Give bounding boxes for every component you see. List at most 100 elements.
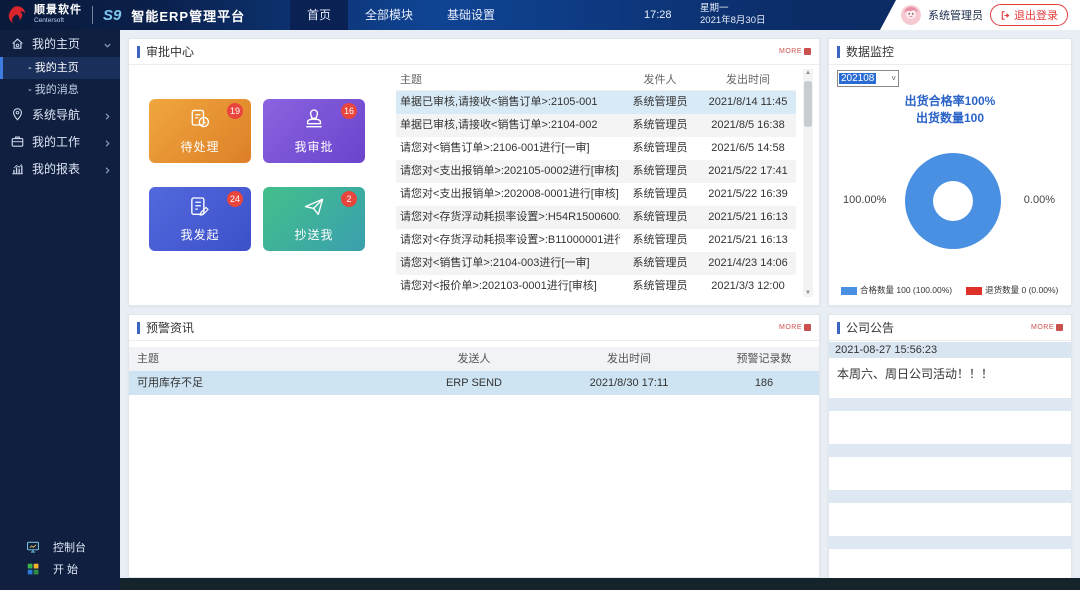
ship-qty-line: 出货数量100 [829, 110, 1071, 127]
legend-pass: 合格数量 100 (100.00%) [841, 284, 952, 296]
table-row[interactable]: 请您对<存货浮动耗损率设置>:B11000001进行[审核]系统管理员2021/… [396, 229, 796, 252]
cell-subject: 请您对<支出报销单>:202008-0001进行[审核] [396, 183, 620, 206]
sidebar-bottom-2[interactable]: 开 始 [0, 558, 120, 580]
app-title: 智能ERP管理平台 [131, 6, 245, 25]
alerts-panel: 预警资讯 MORE 主题 发送人 发出时间 预警记录数 可用库存不足ERP SE… [128, 314, 820, 578]
tab-1[interactable]: 首页 [290, 0, 348, 30]
monitor-panel-header: 数据监控 [829, 39, 1071, 65]
alerts-table-header: 主题 发送人 发出时间 预警记录数 [129, 347, 819, 371]
table-row[interactable]: 单据已审核,请接收<销售订单>:2104-002系统管理员2021/8/5 16… [396, 114, 796, 137]
sidebar-subitem-1-1[interactable]: - 我的主页 [0, 57, 120, 79]
tab-3[interactable]: 基础设置 [430, 0, 512, 30]
approval-table-header: 主题 发件人 发出时间 [396, 69, 796, 91]
table-row[interactable]: 单据已审核,请接收<销售订单>:2105-001系统管理员2021/8/14 1… [396, 91, 796, 114]
tile-label: 抄送我 [294, 226, 333, 243]
table-row[interactable]: 可用库存不足ERP SEND2021/8/30 17:11186 [129, 371, 819, 395]
cell-time: 2021/8/30 17:11 [549, 371, 709, 395]
sidebar-menu: 我的主页- 我的主页- 我的消息系统导航我的工作我的报表 [0, 30, 120, 182]
company-logo-icon [6, 4, 28, 26]
cell-time: 2021/3/3 12:00 [700, 275, 796, 298]
approval-tile-2[interactable]: 我审批16 [263, 99, 365, 163]
header-divider [92, 6, 93, 24]
cell-subject: 请您对<存货浮动耗损率设置>:B11000001进行[审核] [396, 229, 620, 252]
pending-icon [188, 107, 212, 136]
title-accent-bar [137, 322, 140, 334]
logout-button[interactable]: 退出登录 [990, 4, 1068, 26]
cell-sender: 系统管理员 [620, 252, 700, 275]
announcement-empty-bar [829, 444, 1071, 457]
more-icon [804, 324, 811, 331]
tile-label: 待处理 [180, 138, 219, 155]
cell-subject: 单据已审核,请接收<销售订单>:2104-002 [396, 114, 620, 137]
cell-sender: 系统管理员 [620, 275, 700, 298]
cell-sender: 系统管理员 [620, 229, 700, 252]
alerts-panel-title: 预警资讯 [146, 319, 194, 336]
approval-center-panel: 审批中心 MORE 待处理 19 我审批16我发起24 抄送我 2 主题 发件人 发出时… [128, 38, 820, 306]
tile-label: 我审批 [294, 138, 333, 155]
cell-time: 2021/4/23 14:06 [700, 252, 796, 275]
clock-date: 星期一 2021年8月30日 [700, 3, 765, 27]
brand-name-en: Centersoft [34, 18, 82, 25]
alerts-more-button[interactable]: MORE [779, 324, 811, 331]
announcements-panel-title: 公司公告 [846, 319, 894, 336]
table-row[interactable]: 请您对<支出报销单>:202008-0001进行[审核]系统管理员2021/5/… [396, 183, 796, 206]
cell-subject: 单据已审核,请接收<销售订单>:2105-001 [396, 91, 620, 114]
monitor-panel-title: 数据监控 [846, 43, 894, 60]
tile-badge: 19 [227, 103, 243, 119]
announcements-more-button[interactable]: MORE [1031, 324, 1063, 331]
cell-subject: 请您对<支出报销单>:202105-0002进行[审核] [396, 160, 620, 183]
title-accent-bar [837, 322, 840, 334]
table-row[interactable]: 请您对<存货浮动耗损率设置>:H54R15006002进行[审核]系统管理员20… [396, 206, 796, 229]
sidebar-item-2[interactable]: 系统导航 [0, 101, 120, 128]
sidebar-bottom-1[interactable]: 控制台 [0, 536, 120, 558]
more-icon [1056, 324, 1063, 331]
weekday-label: 星期一 [700, 3, 765, 15]
sidebar-item-label: 我的工作 [32, 133, 80, 150]
cell-count: 186 [709, 371, 819, 395]
announcement-text[interactable]: 本周六、周日公司活动！！！ [829, 358, 1071, 396]
col-subject: 主题 [396, 69, 620, 90]
period-select[interactable]: 202108 ˅ [837, 70, 899, 87]
title-accent-bar [137, 46, 140, 58]
table-row[interactable]: 请您对<报价单>:202103-0001进行[审核]系统管理员2021/3/3 … [396, 275, 796, 298]
approval-more-button[interactable]: MORE [779, 48, 811, 55]
tab-2[interactable]: 全部模块 [348, 0, 430, 30]
approval-tile-4[interactable]: 抄送我 2 [263, 187, 365, 251]
sidebar-item-4[interactable]: 我的报表 [0, 155, 120, 182]
approval-tile-3[interactable]: 我发起24 [149, 187, 251, 251]
slice-label-return: 0.00% [1024, 194, 1055, 206]
approval-tile-1[interactable]: 待处理 19 [149, 99, 251, 163]
sidebar-item-3[interactable]: 我的工作 [0, 128, 120, 155]
chevron-down-icon: ˅ [891, 74, 898, 83]
approval-scrollbar[interactable]: ▲ ▼ [803, 69, 813, 297]
table-row[interactable]: 请您对<销售订单>:2106-001进行[一审]系统管理员2021/6/5 14… [396, 137, 796, 160]
approval-panel-title: 审批中心 [146, 43, 194, 60]
sidebar-bottom-label: 控制台 [53, 539, 86, 555]
sidebar-subitem-1-2[interactable]: - 我的消息 [0, 79, 120, 101]
scroll-up-icon[interactable]: ▲ [803, 70, 813, 76]
user-avatar[interactable] [901, 5, 921, 25]
logout-label: 退出登录 [1014, 7, 1058, 23]
cell-time: 2021/8/5 16:38 [700, 114, 796, 137]
home-icon [10, 36, 25, 51]
tile-badge: 2 [341, 191, 357, 207]
cell-time: 2021/5/21 16:13 [700, 229, 796, 252]
more-icon [804, 48, 811, 55]
scroll-thumb[interactable] [804, 81, 812, 127]
scroll-down-icon[interactable]: ▼ [803, 290, 813, 296]
monitor-summary: 出货合格率100% 出货数量100 [829, 93, 1071, 127]
sidebar-item-1[interactable]: 我的主页 [0, 30, 120, 57]
sidebar-bottom-label: 开 始 [53, 561, 78, 577]
cell-sender: 系统管理员 [620, 160, 700, 183]
clock-time: 17:28 [644, 0, 672, 30]
sidebar-item-label: 我的报表 [32, 160, 80, 177]
cell-sender: 系统管理员 [620, 137, 700, 160]
table-row[interactable]: 请您对<支出报销单>:202105-0002进行[审核]系统管理员2021/5/… [396, 160, 796, 183]
title-accent-bar [837, 46, 840, 58]
date-label: 2021年8月30日 [700, 15, 765, 27]
period-value: 202108 [839, 73, 876, 84]
table-row[interactable]: 请您对<销售订单>:2104-003进行[一审]系统管理员2021/4/23 1… [396, 252, 796, 275]
console-icon [26, 540, 40, 554]
sidebar: 我的主页- 我的主页- 我的消息系统导航我的工作我的报表 控制台开 始 [0, 30, 120, 590]
col-time: 发出时间 [549, 347, 709, 371]
